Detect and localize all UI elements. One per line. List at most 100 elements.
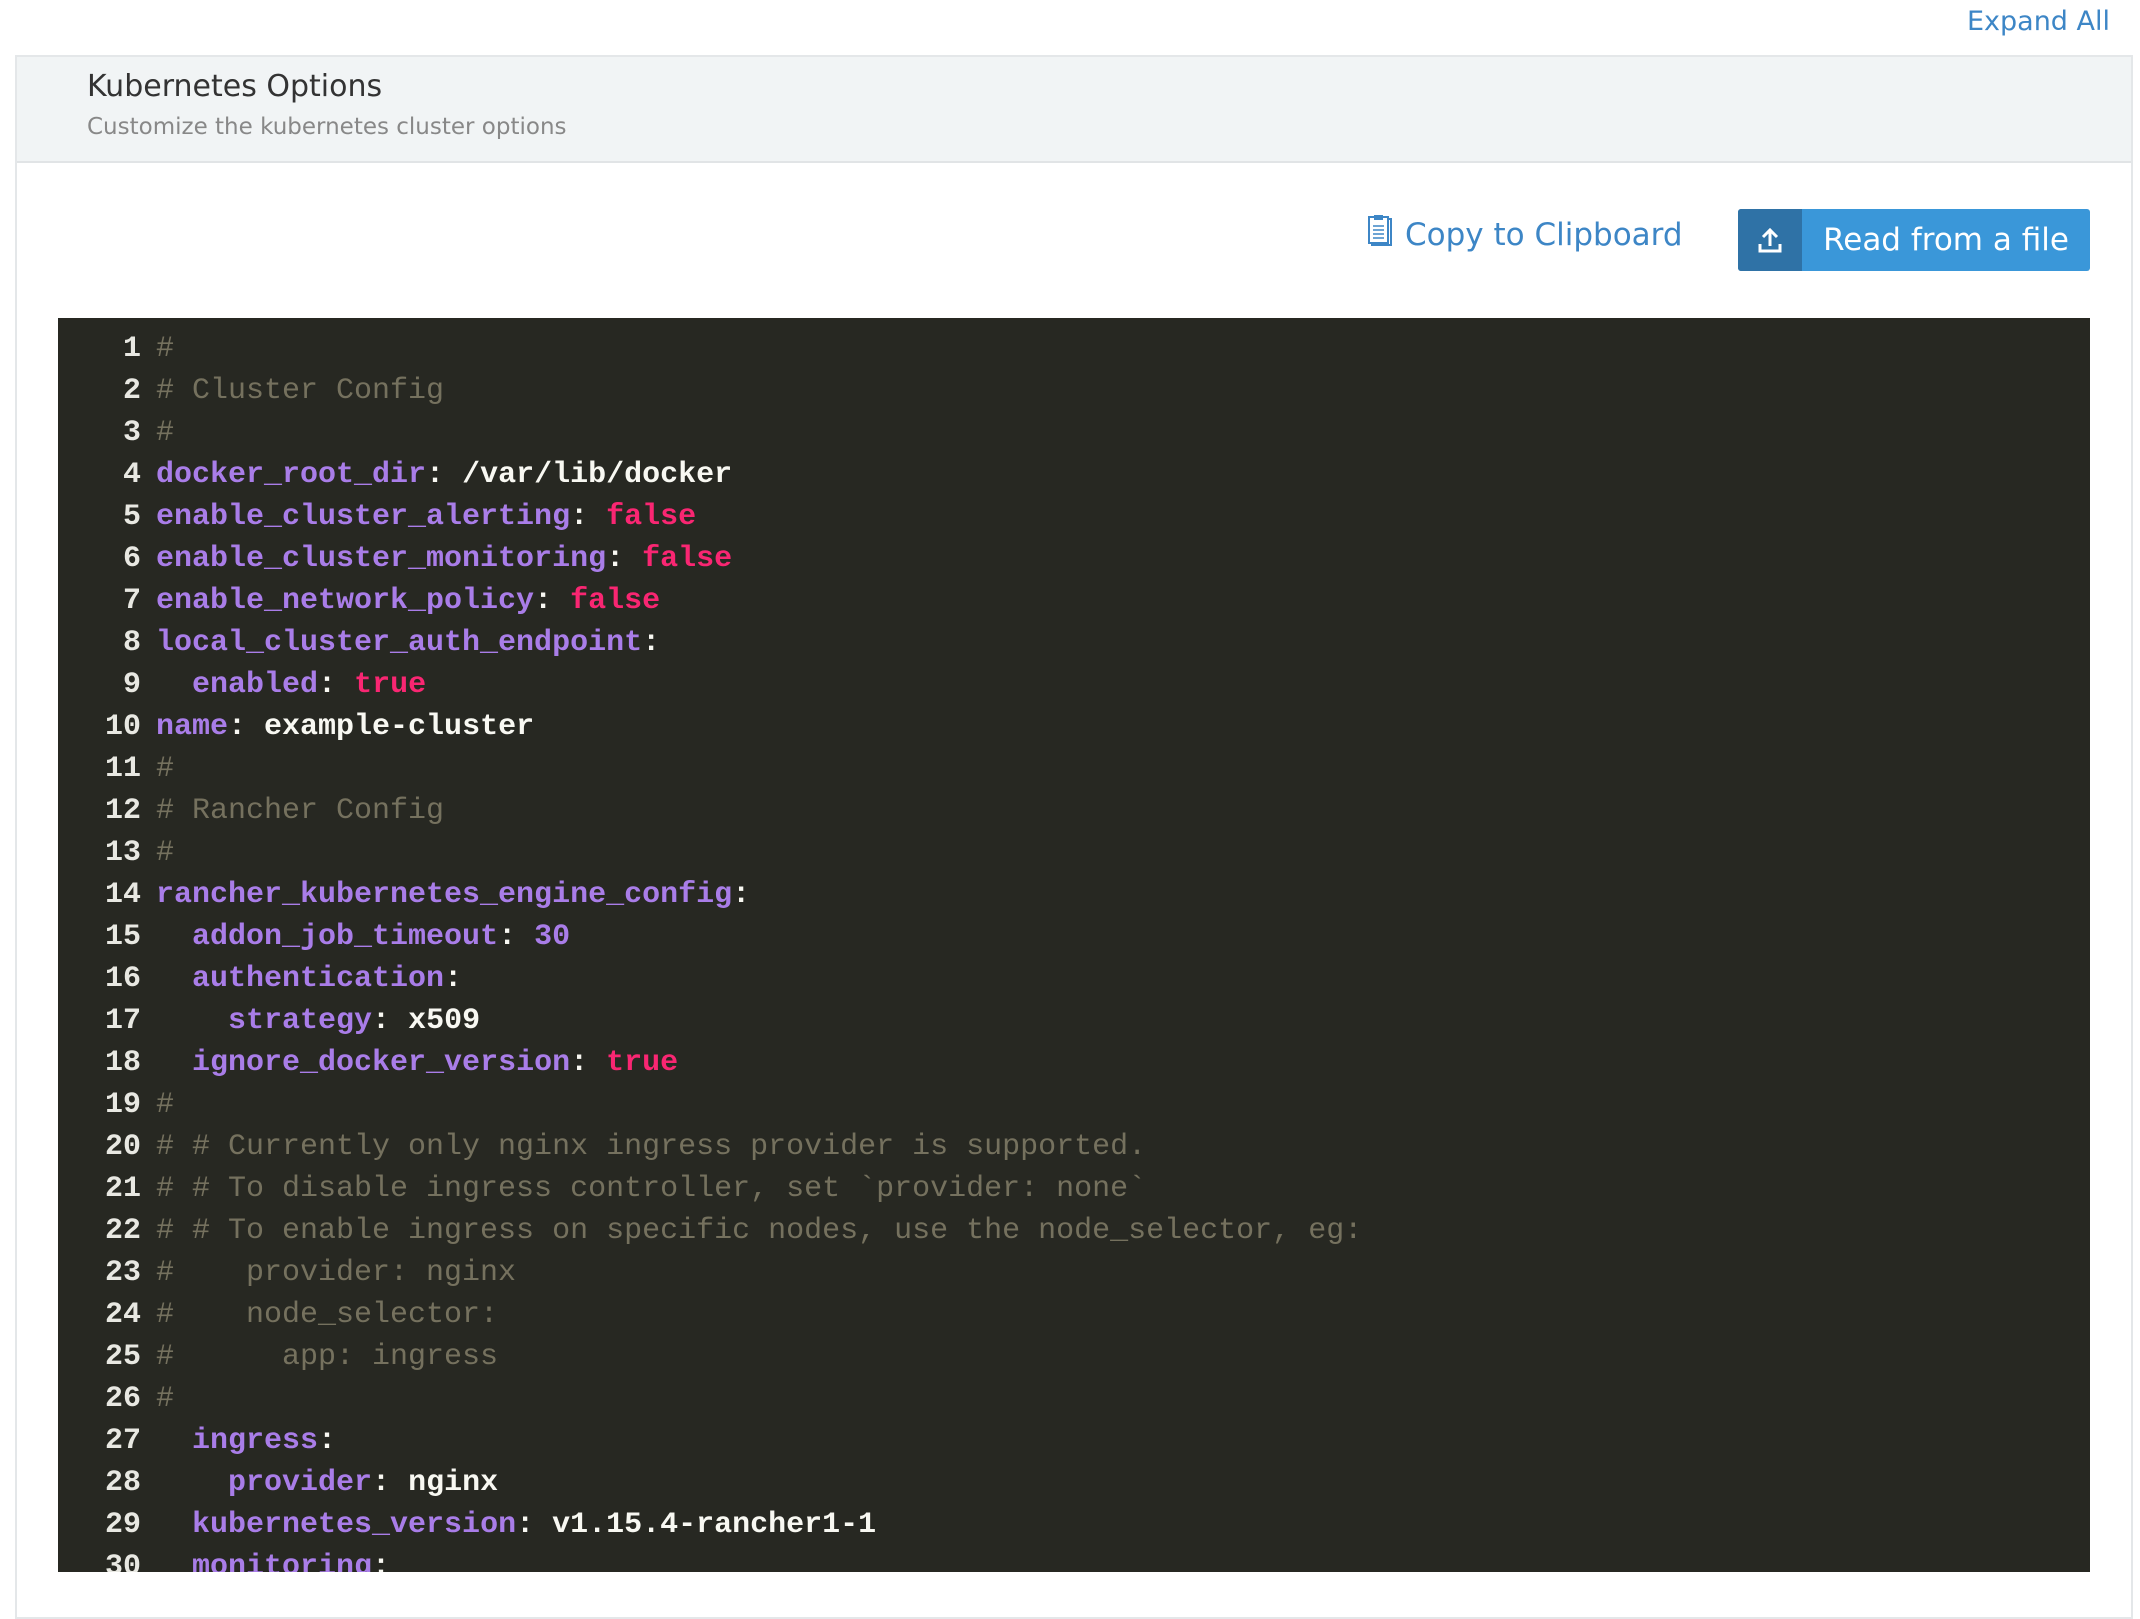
code-token: false (570, 584, 661, 618)
code-token: local_cluster_auth_endpoint (156, 626, 643, 660)
code-token: : (426, 458, 463, 492)
copy-label: Copy to Clipboard (1405, 217, 1683, 253)
code-token: # # Currently only nginx ingress provide… (156, 1130, 1147, 1164)
line-number: 14 (104, 878, 141, 912)
code-line: 30 monitoring: (58, 1546, 2090, 1572)
code-token: provider (228, 1466, 373, 1500)
code-token: enable_cluster_alerting (156, 500, 571, 534)
copy-to-clipboard-button[interactable]: Copy to Clipboard (1367, 215, 1683, 255)
line-code: docker_root_dir: /var/lib/docker (156, 454, 732, 496)
code-token: /var/lib/docker (462, 458, 733, 492)
code-line: 13 # (58, 832, 2090, 874)
line-code: # Cluster Config (156, 370, 444, 412)
code-token: false (606, 500, 697, 534)
clipboard-icon (1367, 215, 1393, 255)
line-number: 17 (104, 1004, 141, 1038)
code-token: # (156, 1382, 175, 1416)
code-token: # (156, 752, 175, 786)
code-token: : (570, 1046, 607, 1080)
code-token: # # To enable ingress on specific nodes,… (156, 1214, 1363, 1248)
code-token: : (444, 962, 463, 996)
line-code: local_cluster_auth_endpoint: (156, 622, 660, 664)
line-number: 23 (104, 1256, 141, 1290)
code-line: 26 # (58, 1378, 2090, 1420)
line-code: name: example-cluster (156, 706, 534, 748)
code-token: true (606, 1046, 679, 1080)
code-line: 1 # (58, 328, 2090, 370)
code-token: # provider: nginx (156, 1256, 517, 1290)
line-code: strategy: x509 (156, 1000, 480, 1042)
code-token: # node_selector: (156, 1298, 499, 1332)
yaml-code-editor[interactable]: 1 #2 # Cluster Config 3 #4 docker_root_dir: /… (58, 318, 2090, 1572)
line-code: rancher_kubernetes_engine_config: (156, 874, 750, 916)
code-line: 5 enable_cluster_alerting: false (58, 496, 2090, 538)
code-token: rancher_kubernetes_engine_config (156, 878, 733, 912)
line-number: 2 (122, 374, 141, 408)
code-token: : (318, 668, 355, 702)
code-token: enable_cluster_monitoring (156, 542, 607, 576)
code-token: # app: ingress (156, 1340, 499, 1374)
line-number: 11 (104, 752, 141, 786)
line-number: 25 (104, 1340, 141, 1374)
expand-all-link[interactable]: Expand All (1967, 6, 2110, 37)
panel-header[interactable]: Kubernetes Options Customize the kuberne… (17, 57, 2131, 163)
line-code: # # To enable ingress on specific nodes,… (156, 1210, 1362, 1252)
line-code: enable_cluster_alerting: false (156, 496, 696, 538)
code-token: : (534, 584, 571, 618)
line-code: # app: ingress (156, 1336, 498, 1378)
line-code: authentication: (156, 958, 462, 1000)
code-token: monitoring (192, 1550, 373, 1572)
panel-subtitle: Customize the kubernetes cluster options (87, 114, 567, 140)
code-token: ignore_docker_version (192, 1046, 571, 1080)
code-token: : (606, 542, 643, 576)
line-code: # provider: nginx (156, 1252, 516, 1294)
line-code: # # To disable ingress controller, set `… (156, 1168, 1146, 1210)
code-token: # Rancher Config (156, 794, 445, 828)
code-line: 21 # # To disable ingress controller, set… (58, 1168, 2090, 1210)
code-token: : (228, 710, 265, 744)
line-number: 15 (104, 920, 141, 954)
code-token: # (156, 1088, 175, 1122)
code-line: 2 # Cluster Config (58, 370, 2090, 412)
code-line: 19 # (58, 1084, 2090, 1126)
code-line: 3 # (58, 412, 2090, 454)
code-token: : (372, 1004, 409, 1038)
code-line: 8 local_cluster_auth_endpoint: (58, 622, 2090, 664)
line-number: 5 (122, 500, 141, 534)
code-token: enable_network_policy (156, 584, 535, 618)
code-token: v1.15.4-rancher1-1 (552, 1508, 877, 1542)
line-code: # (156, 412, 174, 454)
line-code: # node_selector: (156, 1294, 498, 1336)
line-code: # # Currently only nginx ingress provide… (156, 1126, 1146, 1168)
line-code: enabled: true (156, 664, 426, 706)
line-code: # Rancher Config (156, 790, 444, 832)
line-number: 30 (104, 1550, 141, 1572)
line-number: 18 (104, 1046, 141, 1080)
line-code: ignore_docker_version: true (156, 1042, 678, 1084)
line-code: addon_job_timeout: 30 (156, 916, 570, 958)
code-token: # (156, 836, 175, 870)
code-token: authentication (192, 962, 445, 996)
code-token: : (642, 626, 661, 660)
line-number: 26 (104, 1382, 141, 1416)
code-token: # (156, 416, 175, 450)
code-line: 11 # (58, 748, 2090, 790)
code-token: name (156, 710, 229, 744)
code-token: addon_job_timeout (192, 920, 499, 954)
code-token: nginx (408, 1466, 499, 1500)
code-token: false (642, 542, 733, 576)
read-from-file-button[interactable]: Read from a file (1738, 209, 2090, 271)
line-number: 7 (122, 584, 141, 618)
code-token: 30 (534, 920, 571, 954)
line-number: 6 (122, 542, 141, 576)
upload-icon (1738, 209, 1802, 271)
line-code: # (156, 748, 174, 790)
line-code: enable_network_policy: false (156, 580, 660, 622)
code-line: 22 # # To enable ingress on specific node… (58, 1210, 2090, 1252)
line-number: 20 (104, 1130, 141, 1164)
line-number: 21 (104, 1172, 141, 1206)
